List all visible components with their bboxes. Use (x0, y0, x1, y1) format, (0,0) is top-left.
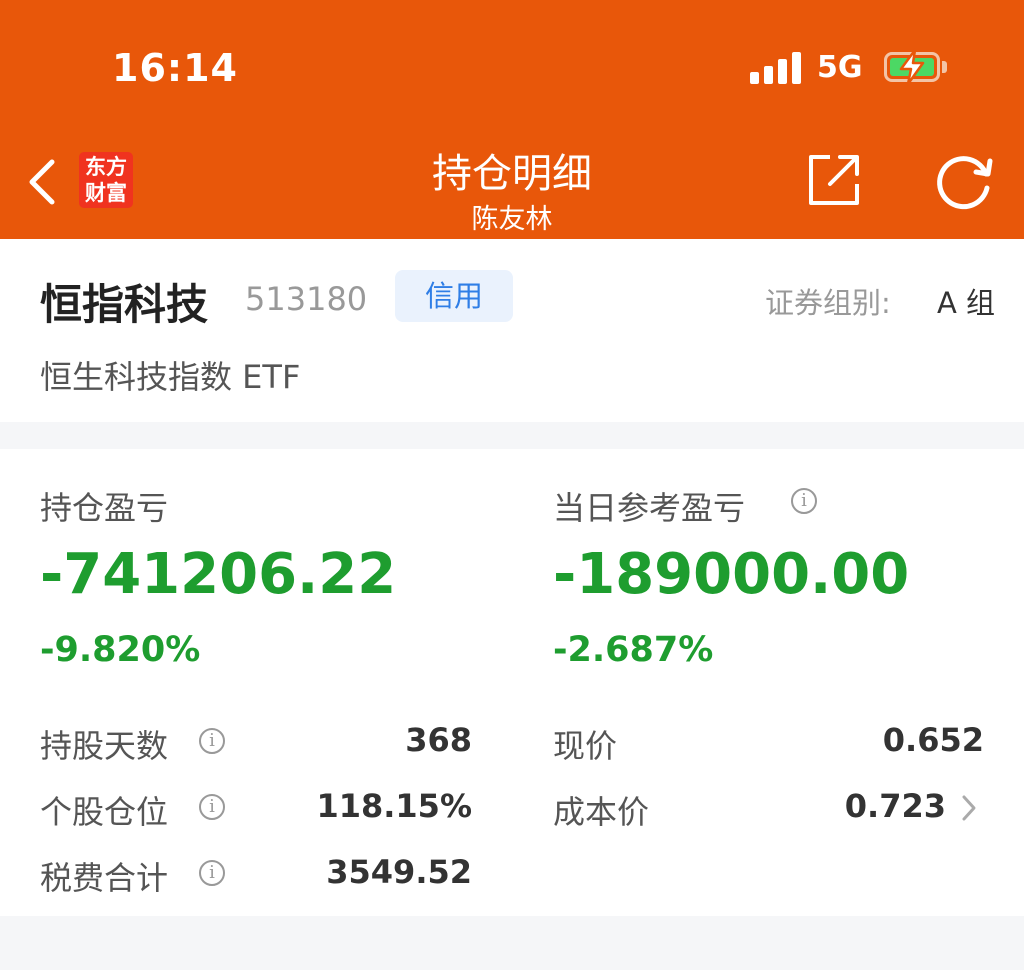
pnl-card: 持仓盈亏 -741206.22 -9.820% 当日参考盈亏 i -189000… (0, 449, 1024, 916)
info-icon[interactable]: i (791, 488, 817, 514)
info-icon[interactable]: i (199, 860, 225, 886)
refresh-icon[interactable] (934, 152, 996, 212)
current-price-value: 0.652 (882, 721, 984, 759)
cost-price-label[interactable]: 成本价 (553, 787, 649, 833)
position-pnl-pct: -9.820% (40, 630, 201, 670)
daily-pnl-value: -189000.00 (553, 542, 910, 607)
stock-info-card: 恒指科技 513180 信用 证券组别: A 组 恒生科技指数 ETF (0, 239, 1024, 422)
fund-full-name: 恒生科技指数 ETF (40, 358, 301, 396)
position-pnl-value: -741206.22 (40, 542, 397, 607)
network-type: 5G (817, 50, 863, 85)
daily-pnl-pct: -2.687% (553, 630, 714, 670)
group-label: 证券组别: (765, 286, 891, 320)
group-value: A 组 (937, 286, 996, 320)
chevron-right-icon[interactable] (958, 791, 980, 825)
battery-tip (942, 61, 947, 73)
tax-total-label: 税费合计 (40, 859, 169, 897)
page-title: 持仓明细 (432, 151, 592, 197)
position-ratio-value: 118.15% (316, 787, 472, 825)
stock-name: 恒指科技 (40, 280, 209, 329)
app-header: 16:14 5G 东方 财富 持仓明细 陈友林 (0, 0, 1024, 239)
position-ratio-label: 个股仓位 (40, 793, 169, 831)
position-pnl-label: 持仓盈亏 (40, 489, 169, 527)
charging-icon (899, 48, 925, 86)
cost-price-value[interactable]: 0.723 (720, 787, 946, 825)
credit-tag: 信用 (395, 270, 513, 322)
account-name: 陈友林 (471, 204, 553, 235)
current-price-label: 现价 (553, 727, 618, 765)
hold-days-label: 持股天数 (40, 727, 169, 765)
share-icon[interactable] (806, 152, 862, 208)
tax-total-value: 3549.52 (326, 853, 472, 891)
daily-pnl-label: 当日参考盈亏 (553, 489, 746, 527)
stock-code: 513180 (245, 280, 368, 318)
signal-icon (750, 52, 802, 84)
info-icon[interactable]: i (199, 728, 225, 754)
hold-days-value: 368 (405, 721, 472, 759)
status-time: 16:14 (112, 46, 238, 90)
info-icon[interactable]: i (199, 794, 225, 820)
